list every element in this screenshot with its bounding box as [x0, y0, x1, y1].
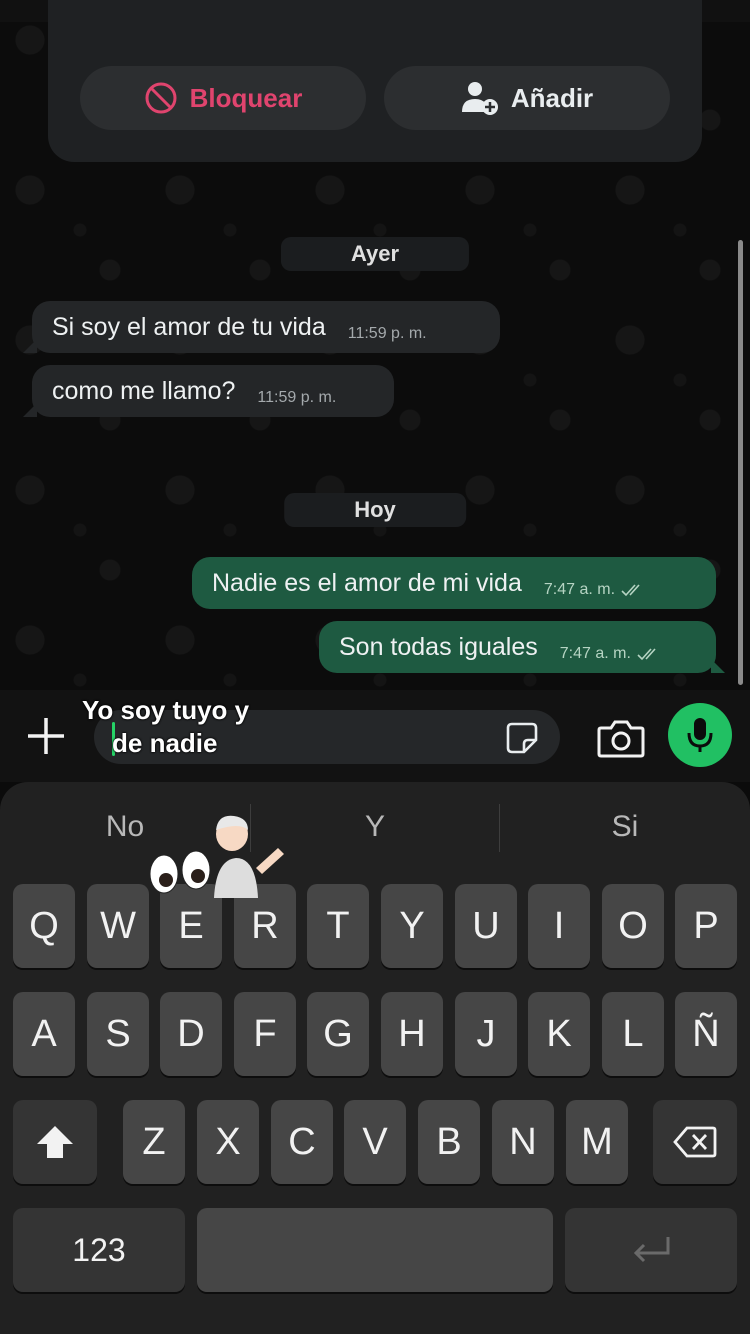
date-divider-yesterday: Ayer [280, 237, 470, 271]
numbers-key[interactable]: 123 [13, 1208, 185, 1292]
block-icon [145, 82, 177, 114]
sticker-icon[interactable] [504, 720, 540, 756]
message-bubble-incoming[interactable]: como me llamo? 11:59 p. m. [23, 365, 394, 417]
key-l[interactable]: L [602, 992, 664, 1076]
message-bubble-incoming[interactable]: Si soy el amor de tu vida 11:59 p. m. [23, 301, 500, 353]
unknown-contact-card: Bloquear Añadir [48, 0, 702, 162]
suggestion-3[interactable]: Si [500, 810, 750, 844]
emoji-sticker-icon [149, 815, 284, 898]
return-icon [633, 1237, 670, 1263]
mic-button[interactable] [668, 703, 732, 767]
message-time: 7:47 a. m. [559, 645, 631, 662]
mic-icon [687, 718, 713, 752]
shift-key[interactable] [13, 1100, 97, 1184]
message-time: 11:59 p. m. [347, 325, 427, 342]
read-ticks-icon [637, 633, 661, 661]
add-contact-button[interactable]: Añadir [384, 66, 670, 130]
block-button[interactable]: Bloquear [80, 66, 366, 130]
key-j[interactable]: J [455, 992, 517, 1076]
key-p[interactable]: P [675, 884, 737, 968]
backspace-key[interactable] [653, 1100, 737, 1184]
read-ticks-icon [621, 569, 645, 597]
key-h[interactable]: H [381, 992, 443, 1076]
key-b[interactable]: B [418, 1100, 480, 1184]
message-bubble-outgoing[interactable]: Nadie es el amor de mi vida 7:47 a. m. [192, 557, 716, 609]
key-t[interactable]: T [307, 884, 369, 968]
key-f[interactable]: F [234, 992, 296, 1076]
scrollbar[interactable] [738, 240, 743, 685]
message-text: Si soy el amor de tu vida [52, 312, 326, 341]
key-c[interactable]: C [271, 1100, 333, 1184]
backspace-icon [673, 1126, 717, 1158]
key-z[interactable]: Z [123, 1100, 185, 1184]
key-y[interactable]: Y [381, 884, 443, 968]
overlay-line-2: de nadie [112, 728, 218, 758]
key-w[interactable]: W [87, 884, 149, 968]
keyboard: No Y Si QWERTYUIOPASDFGHJKLÑZXCVBNM 123 [0, 782, 750, 1334]
key-q[interactable]: Q [13, 884, 75, 968]
add-label: Añadir [510, 82, 594, 113]
plus-icon[interactable] [24, 714, 68, 758]
return-key[interactable] [565, 1208, 737, 1292]
message-time: 7:47 a. m. [543, 581, 616, 598]
message-text: Nadie es el amor de mi vida [212, 568, 522, 597]
space-key[interactable] [197, 1208, 553, 1292]
key-v[interactable]: V [344, 1100, 406, 1184]
message-bubble-outgoing[interactable]: Son todas iguales 7:47 a. m. [319, 621, 725, 673]
key-x[interactable]: X [197, 1100, 259, 1184]
key-g[interactable]: G [307, 992, 369, 1076]
message-time: 11:59 p. m. [257, 389, 337, 406]
date-divider-today: Hoy [284, 493, 466, 527]
message-text: como me llamo? [52, 376, 236, 405]
chat-background: Bloquear Añadir Ayer Si soy el amor de t… [0, 0, 750, 690]
camera-icon[interactable] [597, 718, 645, 758]
composer-bar: Yo soy tuyo y de nadie [0, 690, 750, 782]
key-n[interactable]: N [492, 1100, 554, 1184]
key-ñ[interactable]: Ñ [675, 992, 737, 1076]
message-text: Son todas iguales [339, 632, 538, 661]
key-d[interactable]: D [160, 992, 222, 1076]
key-u[interactable]: U [455, 884, 517, 968]
key-i[interactable]: I [528, 884, 590, 968]
shift-icon [37, 1126, 73, 1158]
add-user-icon [461, 82, 498, 115]
key-s[interactable]: S [87, 992, 149, 1076]
block-label: Bloquear [189, 82, 303, 113]
key-k[interactable]: K [528, 992, 590, 1076]
overlay-line-1: Yo soy tuyo y [82, 695, 250, 725]
key-m[interactable]: M [566, 1100, 628, 1184]
key-o[interactable]: O [602, 884, 664, 968]
key-a[interactable]: A [13, 992, 75, 1076]
story-overlay-text: Yo soy tuyo y de nadie [82, 694, 249, 760]
